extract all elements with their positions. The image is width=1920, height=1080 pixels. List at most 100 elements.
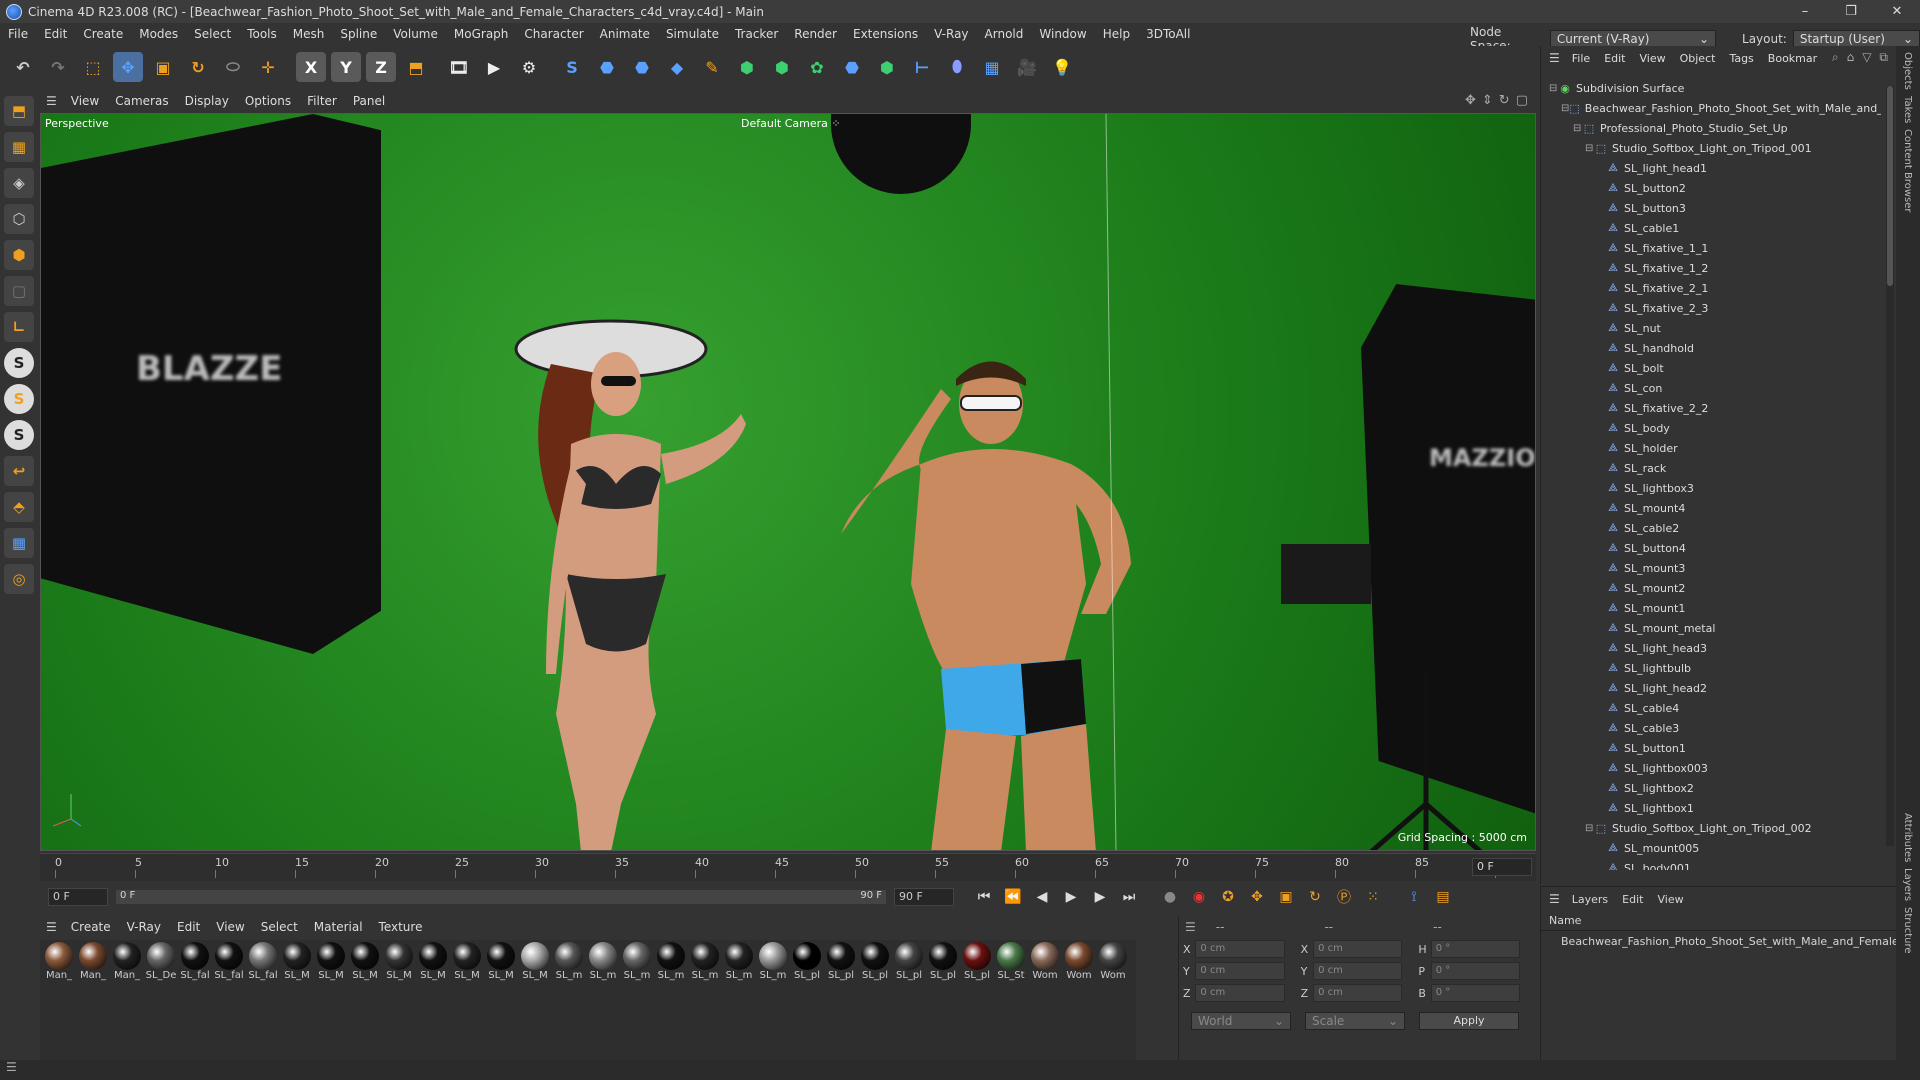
material-swatch[interactable]: SL_m bbox=[586, 942, 620, 1058]
rotate-key-icon[interactable]: ↻ bbox=[1303, 886, 1327, 908]
object-menu-object[interactable]: Object bbox=[1680, 52, 1716, 65]
left-tool-3-icon[interactable]: ⬡ bbox=[4, 204, 34, 234]
material-swatch[interactable]: SL_fal bbox=[246, 942, 280, 1058]
rotate-view-icon[interactable]: ↻ bbox=[1499, 93, 1510, 108]
menu-v-ray[interactable]: V-Ray bbox=[934, 27, 968, 41]
material-swatch[interactable]: SL_M bbox=[280, 942, 314, 1058]
left-tool-0-icon[interactable]: ⬒ bbox=[4, 96, 34, 126]
record-disabled-icon[interactable]: ● bbox=[1158, 886, 1182, 908]
menu-volume[interactable]: Volume bbox=[393, 27, 438, 41]
material-swatch[interactable]: Man_ bbox=[76, 942, 110, 1058]
close-button[interactable]: ✕ bbox=[1874, 0, 1920, 23]
object-scrollbar[interactable] bbox=[1886, 86, 1894, 846]
world-dropdown[interactable]: World ⌄ bbox=[1191, 1012, 1291, 1030]
coord-y-field[interactable]: 0 cm bbox=[1195, 962, 1285, 980]
left-tool-9-icon[interactable]: S bbox=[4, 420, 34, 450]
camera-label[interactable]: Default Camera ⁘ bbox=[741, 117, 841, 130]
toolbar-tool-18-icon[interactable]: ◆ bbox=[662, 52, 692, 82]
end-frame-field[interactable]: 90 F bbox=[894, 888, 954, 906]
material-swatch[interactable]: SL_m bbox=[756, 942, 790, 1058]
material-menu-material[interactable]: Material bbox=[314, 920, 363, 934]
preview-range-slider[interactable]: 0 F 90 F bbox=[116, 890, 886, 904]
material-swatch[interactable]: SL_pl bbox=[790, 942, 824, 1058]
material-swatch[interactable]: SL_pl bbox=[960, 942, 994, 1058]
toolbar-tool-21-icon[interactable]: ⬢ bbox=[767, 52, 797, 82]
menu-tools[interactable]: Tools bbox=[247, 27, 277, 41]
toolbar-tool-16-icon[interactable]: ⬣ bbox=[592, 52, 622, 82]
toolbar-tool-3-icon[interactable]: ✥ bbox=[113, 52, 143, 82]
point-key-icon[interactable]: ⁙ bbox=[1361, 886, 1385, 908]
timeline-icon[interactable]: ▤ bbox=[1431, 886, 1455, 908]
view-menu-options[interactable]: Options bbox=[245, 94, 291, 108]
material-swatch[interactable]: SL_m bbox=[688, 942, 722, 1058]
menu-tracker[interactable]: Tracker bbox=[735, 27, 778, 41]
toolbar-tool-10-icon[interactable]: Z bbox=[366, 52, 396, 82]
left-tool-6-icon[interactable]: ∟ bbox=[4, 312, 34, 342]
tree-item[interactable]: ⟁ SL_light_head2 bbox=[1541, 678, 1881, 698]
toolbar-tool-15-icon[interactable]: S bbox=[557, 52, 587, 82]
tree-item[interactable]: ⟁ SL_button3 bbox=[1541, 198, 1881, 218]
hamburger-icon[interactable]: ☰ bbox=[46, 94, 57, 108]
tree-item[interactable]: ⊟ ⬚ Beachwear_Fashion_Photo_Shoot_Set_with… bbox=[1541, 98, 1881, 118]
side-tab-attributes[interactable]: Attributes bbox=[1902, 813, 1913, 862]
tree-item[interactable]: ⟁ SL_cable3 bbox=[1541, 718, 1881, 738]
material-swatch[interactable]: Man_ bbox=[42, 942, 76, 1058]
material-menu-v-ray[interactable]: V-Ray bbox=[127, 920, 161, 934]
side-tab-content-browser[interactable]: Content Browser bbox=[1902, 129, 1913, 212]
new-window-icon[interactable]: ⧉ bbox=[1879, 50, 1888, 65]
material-swatch[interactable]: SL_m bbox=[654, 942, 688, 1058]
search-icon[interactable]: ⌕ bbox=[1832, 50, 1839, 65]
hamburger-icon[interactable]: ☰ bbox=[1549, 51, 1560, 65]
view-menu-view[interactable]: View bbox=[71, 94, 99, 108]
view-menu-filter[interactable]: Filter bbox=[307, 94, 337, 108]
left-tool-12-icon[interactable]: ▦ bbox=[4, 528, 34, 558]
coord-b-field[interactable]: 0 ° bbox=[1430, 984, 1521, 1002]
left-tool-4-icon[interactable]: ⬢ bbox=[4, 240, 34, 270]
record-icon[interactable]: ◉ bbox=[1187, 886, 1211, 908]
material-menu-select[interactable]: Select bbox=[261, 920, 298, 934]
toolbar-tool-13-icon[interactable]: ▶ bbox=[479, 52, 509, 82]
tree-item[interactable]: ⟁ SL_body001 bbox=[1541, 858, 1881, 870]
home-icon[interactable]: ⌂ bbox=[1847, 50, 1855, 65]
toolbar-tool-23-icon[interactable]: ⬣ bbox=[837, 52, 867, 82]
tree-item[interactable]: ⟁ SL_rack bbox=[1541, 458, 1881, 478]
menu-3dtoall[interactable]: 3DToAll bbox=[1146, 27, 1190, 41]
side-tab-objects[interactable]: Objects bbox=[1902, 52, 1913, 90]
keyframe-icon[interactable]: ✪ bbox=[1216, 886, 1240, 908]
material-menu-view[interactable]: View bbox=[216, 920, 244, 934]
toolbar-tool-19-icon[interactable]: ✎ bbox=[697, 52, 727, 82]
tree-item[interactable]: ⟁ SL_cable2 bbox=[1541, 518, 1881, 538]
menu-select[interactable]: Select bbox=[194, 27, 231, 41]
left-tool-10-icon[interactable]: ↩ bbox=[4, 456, 34, 486]
prev-key-icon[interactable]: ⏪ bbox=[1001, 886, 1025, 908]
material-swatch[interactable]: SL_pl bbox=[926, 942, 960, 1058]
side-tab-layers[interactable]: Layers bbox=[1902, 868, 1913, 901]
side-tab-takes[interactable]: Takes bbox=[1902, 96, 1913, 123]
tree-item[interactable]: ⟁ SL_fixative_2_3 bbox=[1541, 298, 1881, 318]
expand-toggle-icon[interactable]: ⊟ bbox=[1573, 123, 1583, 134]
menu-arnold[interactable]: Arnold bbox=[985, 27, 1024, 41]
tree-item[interactable]: ⟁ SL_mount_metal bbox=[1541, 618, 1881, 638]
object-menu-view[interactable]: View bbox=[1640, 52, 1666, 65]
play-icon[interactable]: ▶ bbox=[1059, 886, 1083, 908]
material-swatch[interactable]: Wom bbox=[1028, 942, 1062, 1058]
material-swatch[interactable]: SL_fal bbox=[178, 942, 212, 1058]
prev-frame-icon[interactable]: ◀ bbox=[1030, 886, 1054, 908]
tree-item[interactable]: ⟁ SL_fixative_1_1 bbox=[1541, 238, 1881, 258]
current-frame-field[interactable]: 0 F bbox=[1472, 858, 1532, 876]
toolbar-tool-29-icon[interactable]: 💡 bbox=[1047, 52, 1077, 82]
menu-mograph[interactable]: MoGraph bbox=[454, 27, 509, 41]
apply-button[interactable]: Apply bbox=[1419, 1012, 1519, 1030]
tree-item[interactable]: ⊟ ⬚ Studio_Softbox_Light_on_Tripod_002 bbox=[1541, 818, 1881, 838]
left-tool-7-icon[interactable]: S bbox=[4, 348, 34, 378]
coord-x-field[interactable]: 0 cm bbox=[1313, 940, 1403, 958]
toolbar-tool-28-icon[interactable]: 🎥 bbox=[1012, 52, 1042, 82]
coord-z-field[interactable]: 0 cm bbox=[1313, 984, 1403, 1002]
menu-character[interactable]: Character bbox=[524, 27, 583, 41]
toolbar-tool-25-icon[interactable]: ⊢ bbox=[907, 52, 937, 82]
material-swatch[interactable]: SL_M bbox=[314, 942, 348, 1058]
toolbar-tool-5-icon[interactable]: ↻ bbox=[183, 52, 213, 82]
material-menu-edit[interactable]: Edit bbox=[177, 920, 200, 934]
toolbar-tool-14-icon[interactable]: ⚙ bbox=[514, 52, 544, 82]
left-tool-5-icon[interactable]: ▢ bbox=[4, 276, 34, 306]
